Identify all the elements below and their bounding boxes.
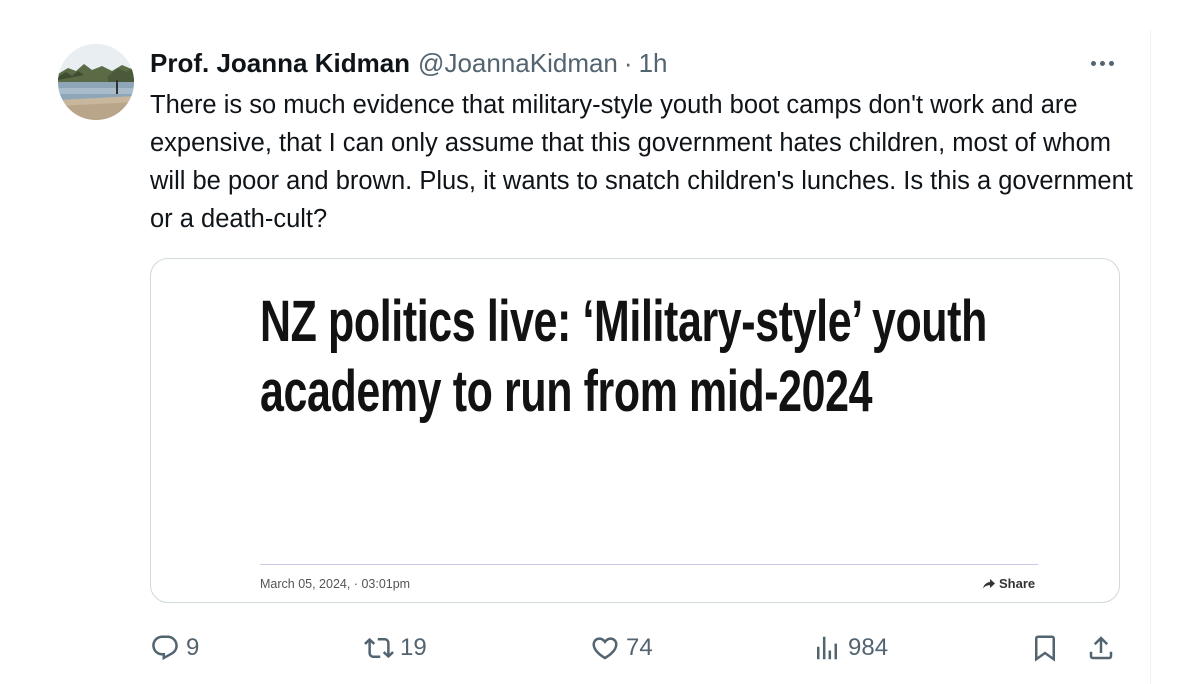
retweet-icon bbox=[364, 637, 394, 659]
user-handle[interactable]: @JoannaKidman bbox=[418, 48, 618, 79]
tweet-actions: 9 19 74 984 bbox=[150, 628, 1130, 668]
share-button[interactable] bbox=[1086, 628, 1116, 668]
timeline-border bbox=[1150, 30, 1151, 684]
avatar[interactable] bbox=[58, 44, 134, 120]
more-horizontal-icon bbox=[1090, 60, 1096, 66]
separator-dot: · bbox=[623, 47, 633, 78]
link-card[interactable]: NZ politics live: ‘Military-style’ youth… bbox=[150, 258, 1120, 603]
bookmark-icon bbox=[1035, 635, 1055, 662]
display-name[interactable]: Prof. Joanna Kidman bbox=[150, 48, 410, 79]
tweet-text: There is so much evidence that military-… bbox=[150, 91, 1133, 233]
heart-icon bbox=[592, 637, 618, 660]
like-count: 74 bbox=[626, 634, 653, 661]
reply-button[interactable]: 9 bbox=[150, 628, 199, 668]
share-icon bbox=[1089, 636, 1113, 660]
retweet-button[interactable]: 19 bbox=[364, 628, 427, 668]
share-arrow-icon bbox=[983, 578, 995, 588]
card-share-label: Share bbox=[999, 576, 1036, 591]
avatar-image bbox=[58, 44, 134, 120]
more-horizontal-icon-dot bbox=[1099, 60, 1105, 66]
like-button[interactable]: 74 bbox=[590, 628, 653, 668]
analytics-icon bbox=[817, 636, 837, 660]
card-headline: NZ politics live: ‘Military-style’ youth… bbox=[260, 289, 987, 424]
timestamp[interactable]: 1h bbox=[639, 48, 668, 79]
retweet-count: 19 bbox=[400, 634, 427, 661]
views-button[interactable]: 984 bbox=[812, 628, 888, 668]
reply-count: 9 bbox=[186, 634, 200, 661]
tweet-header: Prof. Joanna Kidman @JoannaKidman · 1h bbox=[150, 47, 668, 79]
bookmark-button[interactable] bbox=[1030, 628, 1060, 668]
card-share-button[interactable]: Share bbox=[983, 576, 1035, 591]
views-count: 984 bbox=[848, 634, 889, 661]
card-date: March 05, 2024, · 03:01pm bbox=[260, 577, 411, 591]
reply-icon bbox=[152, 635, 178, 661]
tweet[interactable]: Prof. Joanna Kidman @JoannaKidman · 1h T… bbox=[0, 0, 1192, 684]
more-horizontal-icon-dot bbox=[1108, 60, 1114, 66]
card-divider bbox=[260, 564, 1038, 565]
more-button[interactable] bbox=[1084, 52, 1120, 74]
